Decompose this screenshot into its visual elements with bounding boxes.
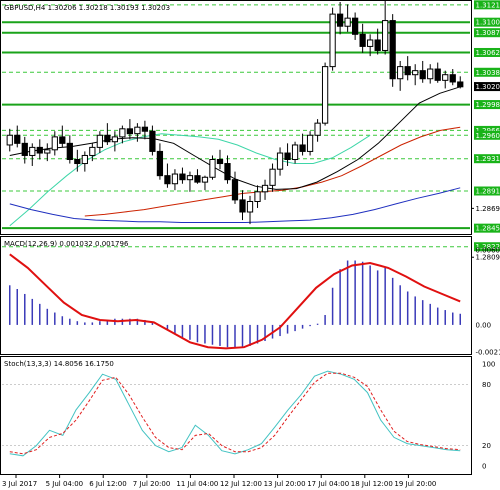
level-label-10: 1.28450 — [476, 225, 500, 233]
candle-body-57 — [434, 68, 441, 81]
candle-body-32 — [246, 201, 254, 213]
candle-body-19 — [149, 130, 156, 152]
candle-body-31 — [239, 199, 246, 213]
candle-body-7 — [59, 136, 66, 144]
level-label-2: 1.30870 — [476, 29, 500, 37]
candle-body-17 — [134, 126, 141, 135]
candle-body-29 — [224, 163, 231, 181]
stoch-tick-label-1: 80 — [482, 381, 491, 389]
candle-body-11 — [89, 146, 96, 156]
level-label-7: 1.29600 — [476, 132, 500, 140]
candle-body-12 — [96, 134, 103, 148]
stoch-title: Stoch(13,3,3) 14.8056 16.1750 — [4, 360, 114, 368]
candle-body-47 — [359, 33, 366, 47]
candle-body-40 — [306, 134, 314, 152]
candle-body-37 — [284, 152, 291, 161]
candle-body-34 — [261, 184, 269, 193]
time-tick-label-2: 6 Jul 12:00 — [89, 480, 127, 488]
candle-body-43 — [329, 13, 336, 68]
candle-body-18 — [141, 126, 149, 132]
candle-body-58 — [442, 74, 449, 81]
candle-body-10 — [81, 154, 88, 165]
candle-body-16 — [126, 128, 134, 135]
candle-body-5 — [44, 149, 51, 154]
level-label-0: 1.31215 — [476, 1, 500, 9]
candle-body-26 — [201, 176, 209, 183]
candle-body-41 — [314, 122, 321, 136]
level-label-4: 1.30380 — [476, 69, 500, 77]
stoch-tick-label-2: 20 — [482, 442, 491, 450]
time-tick-label-9: 19 Jul 20:00 — [394, 480, 436, 488]
level-label-1: 1.31000 — [476, 19, 500, 27]
time-tick-label-3: 7 Jul 20:00 — [133, 480, 171, 488]
candle-body-21 — [164, 175, 171, 185]
candle-body-9 — [74, 159, 81, 165]
time-tick-label-0: 3 Jul 2017 — [2, 480, 37, 488]
candle-body-0 — [6, 134, 13, 146]
candle-body-48 — [367, 39, 374, 47]
time-tick-label-8: 18 Jul 12:00 — [351, 480, 393, 488]
candle-body-38 — [291, 144, 299, 160]
candle-body-8 — [66, 142, 73, 161]
candle-body-45 — [344, 17, 351, 27]
price-tick-label-11: 1.28695 — [476, 205, 500, 213]
candle-body-52 — [397, 66, 404, 80]
candle-body-33 — [254, 191, 261, 203]
macd-tick-label-2: -0.002187 — [476, 349, 500, 357]
candle-body-35 — [269, 168, 276, 186]
level-label-9: 1.28910 — [476, 188, 500, 196]
macd-title: MACD(12,26,9) 0.001032 0.001796 — [4, 240, 129, 248]
trading-chart: 1.31215 1.31000 1.30870 1.30625 1.30380 1.299… — [0, 0, 500, 490]
stoch-tick-label-3: 0 — [482, 463, 486, 471]
stoch-tick-label-0: 100 — [482, 361, 495, 369]
macd-tick-label-1: 0.00 — [476, 321, 492, 329]
candle-body-23 — [179, 173, 186, 181]
candle-body-24 — [186, 175, 194, 181]
candle-body-1 — [14, 134, 21, 144]
candle-body-25 — [194, 175, 201, 183]
candle-body-6 — [51, 136, 58, 151]
price-chart-title: GBPUSD,H4 1.30206 1.30218 1.30193 1.3020… — [4, 4, 170, 12]
candle-body-3 — [29, 146, 36, 156]
price-tick-label-14: 1.28090 — [476, 254, 500, 262]
macd-tick-label-0: 0.006049 — [476, 247, 500, 255]
candle-body-36 — [276, 152, 284, 170]
candle-body-28 — [216, 159, 224, 165]
candle-body-39 — [299, 144, 306, 152]
candle-body-60 — [457, 81, 464, 88]
level-label-8: 1.29310 — [476, 155, 500, 163]
time-tick-label-4: 11 Jul 04:00 — [176, 480, 218, 488]
candle-body-51 — [389, 20, 396, 80]
candle-body-4 — [36, 146, 43, 154]
candle-body-44 — [336, 13, 344, 27]
candle-body-15 — [119, 128, 126, 138]
candle-body-50 — [382, 20, 389, 51]
current-price-label: 1.30203 — [476, 83, 500, 91]
candle-body-49 — [374, 39, 381, 51]
candle-body-56 — [427, 68, 434, 80]
candle-body-2 — [21, 142, 28, 156]
time-tick-label-7: 17 Jul 04:00 — [307, 480, 349, 488]
candle-body-59 — [449, 74, 456, 83]
level-label-3: 1.30625 — [476, 49, 500, 57]
candle-body-54 — [412, 70, 419, 76]
candle-body-20 — [156, 150, 164, 177]
candle-body-46 — [352, 17, 359, 35]
candle-body-22 — [171, 173, 179, 185]
candle-body-30 — [231, 179, 239, 201]
candle-body-53 — [404, 66, 411, 76]
candle-body-27 — [209, 159, 216, 178]
candle-body-14 — [111, 136, 118, 143]
time-tick-label-5: 12 Jul 12:00 — [220, 480, 262, 488]
time-tick-label-1: 5 Jul 04:00 — [46, 480, 84, 488]
candle-body-13 — [104, 134, 111, 143]
time-tick-label-6: 13 Jul 20:00 — [264, 480, 306, 488]
candle-body-55 — [419, 70, 426, 80]
level-label-5: 1.29980 — [476, 101, 500, 109]
candle-body-42 — [321, 66, 329, 124]
